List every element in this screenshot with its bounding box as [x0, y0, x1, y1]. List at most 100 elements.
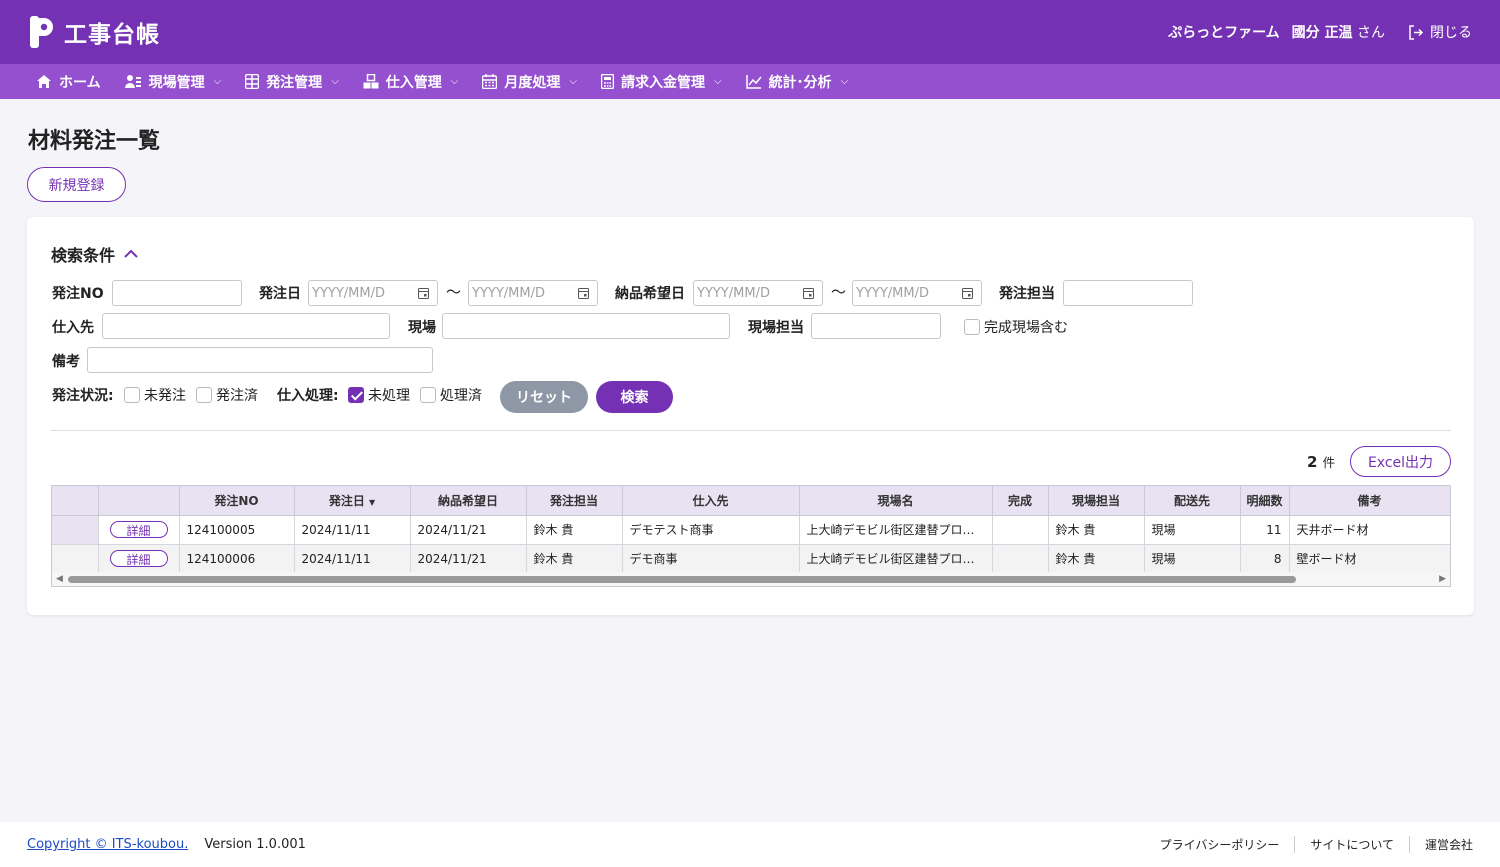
- scrollbar-thumb[interactable]: [68, 576, 1296, 583]
- column-header-label: 発注日: [328, 493, 365, 508]
- nav-item-monthly-processing[interactable]: 月度処理 ⌵: [482, 72, 577, 92]
- checkbox-box[interactable]: [964, 319, 980, 335]
- order-date-from-input[interactable]: YYYY/MM/D: [308, 280, 438, 306]
- delivery-date-to-input[interactable]: YYYY/MM/D: [852, 280, 982, 306]
- search-button[interactable]: 検索: [596, 381, 673, 413]
- table-row[interactable]: 詳細 124100006 2024/11/11 2024/11/21 鈴木 貴 …: [52, 544, 1450, 574]
- horizontal-scrollbar[interactable]: ◀ ▶: [52, 572, 1450, 586]
- remarks-input[interactable]: [87, 347, 433, 373]
- not-ordered-checkbox[interactable]: 未発注: [124, 385, 186, 405]
- checkbox-box-checked[interactable]: [348, 387, 364, 403]
- purchase-processing-label: 仕入処理:: [277, 388, 339, 404]
- remarks-label: 備考: [52, 354, 80, 370]
- company-name: ぷらっとファーム: [1168, 25, 1280, 41]
- order-status-label: 発注状況:: [52, 388, 114, 404]
- order-date-to-input[interactable]: YYYY/MM/D: [468, 280, 598, 306]
- site-label: 現場: [408, 320, 436, 336]
- order-date-label: 発注日: [259, 286, 301, 302]
- calendar-picker-icon[interactable]: [962, 287, 973, 299]
- detail-button[interactable]: 詳細: [109, 521, 168, 538]
- unprocessed-checkbox[interactable]: 未処理: [348, 385, 410, 405]
- nav-label: 請求入金管理: [620, 74, 705, 91]
- column-header-supplier[interactable]: 仕入先: [622, 486, 800, 516]
- about-site-link[interactable]: サイトについて: [1294, 836, 1409, 853]
- table-row[interactable]: 詳細 124100005 2024/11/11 2024/11/21 鈴木 貴 …: [52, 515, 1450, 545]
- logout-icon: [1409, 24, 1424, 40]
- date-placeholder: YYYY/MM/D: [856, 285, 929, 301]
- checkbox-box[interactable]: [196, 387, 212, 403]
- delivery-date-cell: 2024/11/21: [410, 544, 527, 574]
- column-header-remarks[interactable]: 備考: [1289, 486, 1450, 516]
- nav-label: 統計･分析: [768, 74, 832, 91]
- nav-item-home[interactable]: ホーム: [36, 72, 101, 92]
- order-staff-cell: 鈴木 貴: [526, 515, 623, 545]
- copyright-link[interactable]: Copyright © ITS-koubou.: [27, 837, 188, 852]
- order-staff-cell: 鈴木 貴: [526, 544, 623, 574]
- operating-company-link[interactable]: 運営会社: [1408, 836, 1473, 853]
- delivery-date-label: 納品希望日: [615, 286, 685, 302]
- order-no-cell: 124100005: [179, 515, 295, 545]
- supplier-label: 仕入先: [52, 320, 94, 336]
- order-no-input[interactable]: [112, 280, 242, 306]
- divider: [51, 430, 1451, 431]
- column-header-line-count[interactable]: 明細数: [1240, 486, 1290, 516]
- column-header-delivery-to[interactable]: 配送先: [1144, 486, 1241, 516]
- order-no-label: 発注NO: [52, 286, 104, 302]
- excel-export-button[interactable]: Excel出力: [1350, 446, 1451, 477]
- privacy-policy-link[interactable]: プライバシーポリシー: [1145, 836, 1295, 853]
- unprocessed-label: 未処理: [368, 388, 410, 404]
- logout-button[interactable]: 閉じる: [1407, 22, 1472, 42]
- column-header-order-staff[interactable]: 発注担当: [526, 486, 623, 516]
- order-date-cell: 2024/11/11: [294, 544, 411, 574]
- delivery-date-cell: 2024/11/21: [410, 515, 527, 545]
- detail-button[interactable]: 詳細: [109, 550, 168, 567]
- brand[interactable]: 工事台帳: [30, 15, 160, 49]
- site-staff-label: 現場担当: [748, 320, 804, 336]
- checkbox-box[interactable]: [124, 387, 140, 403]
- worker-icon: [124, 75, 141, 88]
- nav-item-statistics[interactable]: 統計･分析 ⌵: [745, 72, 849, 92]
- site-cell: 上大崎デモビル街区建替プロ…: [799, 544, 993, 574]
- delivery-to-cell: 現場: [1144, 515, 1241, 545]
- nav-label: 発注管理: [266, 74, 323, 91]
- order-staff-input[interactable]: [1063, 280, 1193, 306]
- calendar-picker-icon[interactable]: [578, 287, 589, 299]
- detail-cell: 詳細: [98, 544, 180, 574]
- scroll-left-icon[interactable]: ◀: [56, 574, 63, 584]
- checkbox-box[interactable]: [420, 387, 436, 403]
- nav-item-billing-management[interactable]: 請求入金管理 ⌵: [600, 72, 722, 92]
- processed-checkbox[interactable]: 処理済: [420, 385, 482, 405]
- grid-icon: [245, 74, 260, 89]
- nav-item-order-management[interactable]: 発注管理 ⌵: [245, 72, 339, 92]
- column-header-order-date[interactable]: 発注日 ▼: [294, 486, 411, 516]
- logout-label: 閉じる: [1430, 25, 1472, 41]
- site-staff-cell: 鈴木 貴: [1048, 515, 1145, 545]
- order-no-cell: 124100006: [179, 544, 295, 574]
- user-name: 國分 正温: [1291, 25, 1353, 41]
- site-staff-input[interactable]: [811, 313, 941, 339]
- chevron-down-icon: ⌵: [713, 76, 722, 87]
- reset-button[interactable]: リセット: [500, 381, 588, 413]
- nav-item-site-management[interactable]: 現場管理 ⌵: [124, 72, 221, 92]
- calendar-picker-icon[interactable]: [418, 287, 429, 299]
- site-input[interactable]: [442, 313, 730, 339]
- date-range-tilde: ～: [446, 283, 462, 301]
- search-conditions-toggle[interactable]: 検索条件: [51, 242, 139, 266]
- ordered-checkbox[interactable]: 発注済: [196, 385, 258, 405]
- chevron-down-icon: ⌵: [450, 76, 459, 87]
- nav-label: 現場管理: [148, 74, 205, 91]
- delivery-date-from-input[interactable]: YYYY/MM/D: [693, 280, 823, 306]
- chevron-down-icon: ⌵: [840, 76, 849, 87]
- calendar-picker-icon[interactable]: [803, 287, 814, 299]
- new-registration-button[interactable]: 新規登録: [27, 167, 126, 202]
- order-date-cell: 2024/11/11: [294, 515, 411, 545]
- scroll-right-icon[interactable]: ▶: [1439, 574, 1446, 584]
- nav-item-purchase-management[interactable]: 仕入管理 ⌵: [363, 72, 459, 92]
- column-header-delivery-date[interactable]: 納品希望日: [410, 486, 527, 516]
- column-header-order-no[interactable]: 発注NO: [179, 486, 295, 516]
- column-header-site-staff[interactable]: 現場担当: [1048, 486, 1145, 516]
- column-header-completed[interactable]: 完成: [992, 486, 1049, 516]
- include-completed-checkbox[interactable]: 完成現場含む: [964, 317, 1068, 337]
- supplier-input[interactable]: [102, 313, 390, 339]
- column-header-site[interactable]: 現場名: [799, 486, 993, 516]
